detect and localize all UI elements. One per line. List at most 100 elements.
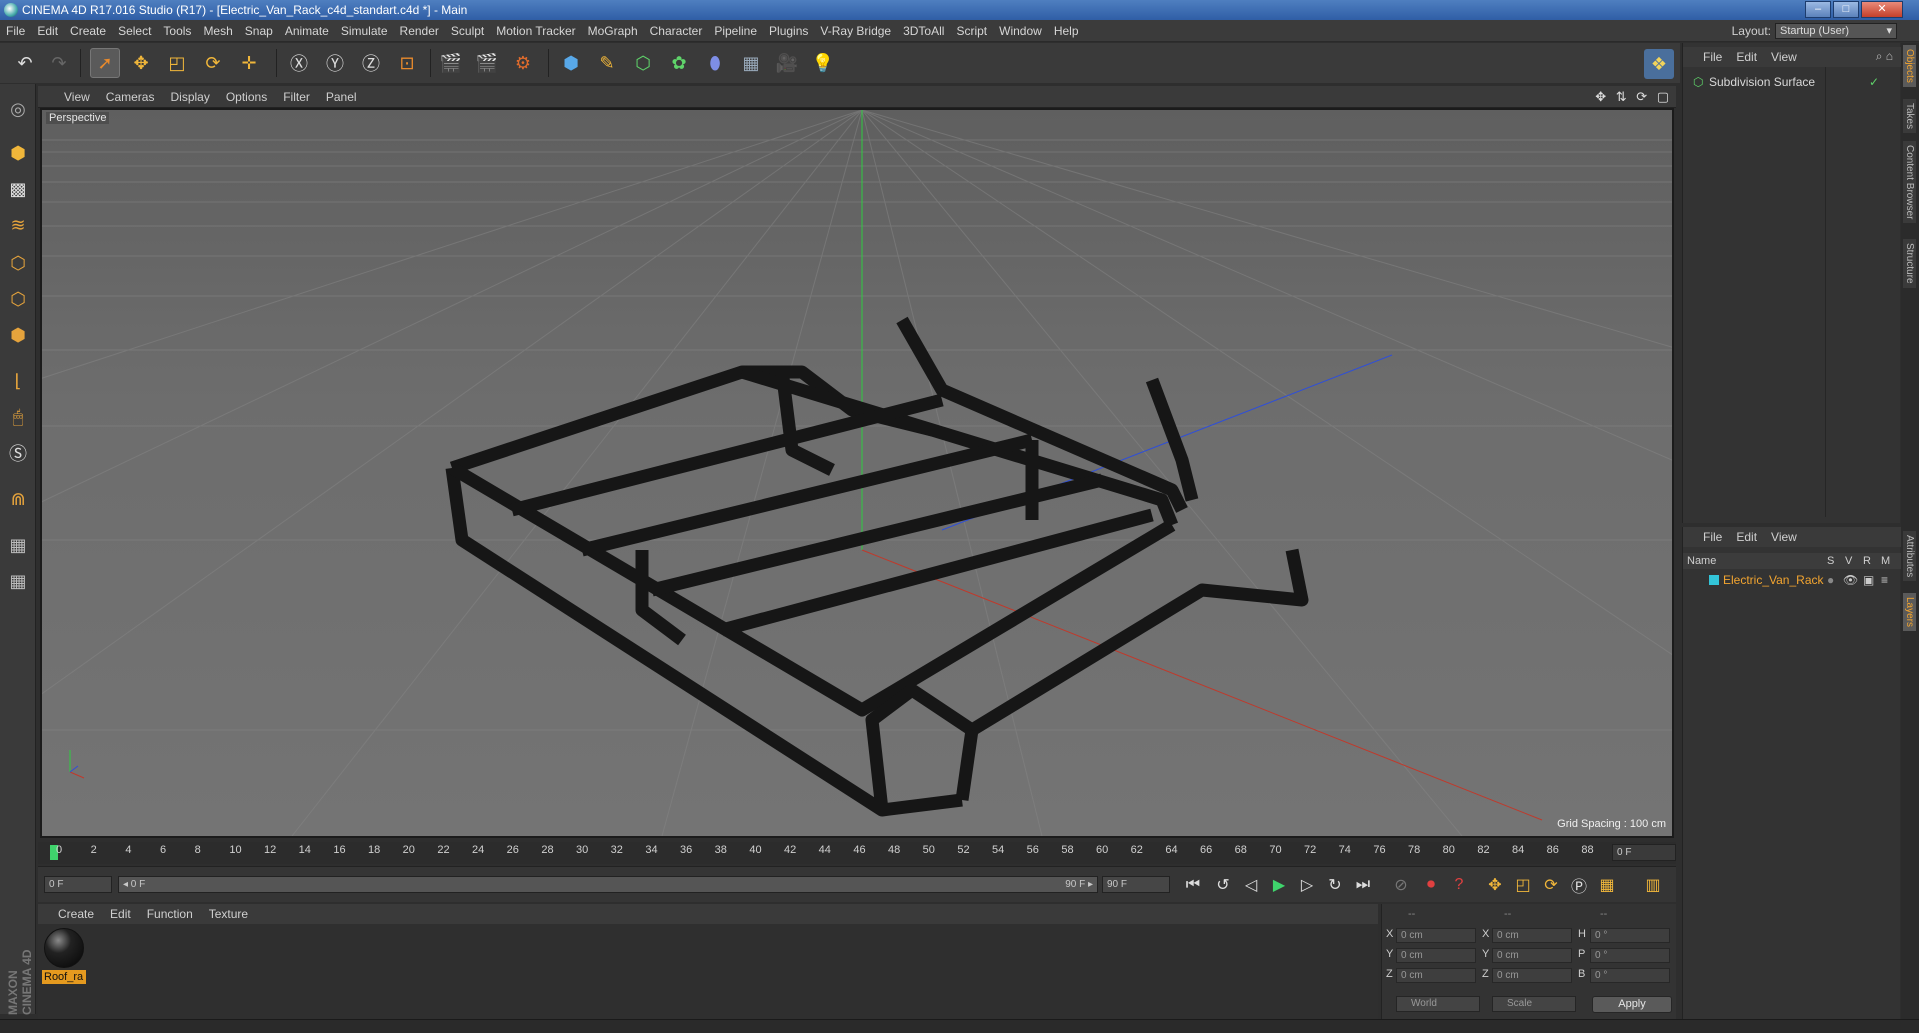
search-icon[interactable]: ⌕ ⌂ (1876, 49, 1893, 64)
position-x-field[interactable]: 0 cm (1396, 928, 1476, 943)
light-icon[interactable]: 💡 (808, 48, 838, 78)
menu-mesh[interactable]: Mesh (197, 20, 238, 42)
menu-edit[interactable]: Edit (31, 20, 64, 42)
coordinate-system-icon[interactable]: ⊡ (392, 48, 422, 78)
rotation-key-icon[interactable]: ⟳ (1538, 872, 1564, 898)
menu-help[interactable]: Help (1048, 20, 1085, 42)
object-menu-edit[interactable]: Edit (1729, 47, 1764, 67)
menu-create[interactable]: Create (64, 20, 112, 42)
lock-workplane-icon[interactable]: ▦ (3, 530, 33, 560)
array-icon[interactable]: ✿ (664, 48, 694, 78)
parameter-key-icon[interactable]: Ⓟ (1566, 872, 1592, 898)
model-mode-icon[interactable]: ⬢ (3, 138, 33, 168)
menu-motion-tracker[interactable]: Motion Tracker (490, 20, 581, 42)
menu-3dtoall[interactable]: 3DToAll (897, 20, 950, 42)
menu-plugins[interactable]: Plugins (763, 20, 814, 42)
viewport-navigation-icons[interactable]: ✥ ⇅ ⟳ ▢ (1595, 89, 1672, 105)
menu-select[interactable]: Select (112, 20, 157, 42)
timeline-ruler[interactable]: 0 2 4 6 8 10 12 14 16 18 20 22 24 26 28 30 32 34 36 38 40 42 4… (38, 842, 1676, 864)
magnet-icon[interactable]: ⋒ (3, 484, 33, 514)
position-z-field[interactable]: 0 cm (1396, 968, 1476, 983)
render-view-icon[interactable]: 🎬 (436, 48, 466, 78)
deformer-icon[interactable]: ⬮ (700, 48, 730, 78)
point-level-key-icon[interactable]: ▦ (1594, 872, 1620, 898)
material-name-label[interactable]: Roof_ra (42, 970, 86, 984)
layer-color-swatch[interactable] (1709, 575, 1719, 585)
keyframe-selection-icon[interactable]: ? (1446, 872, 1472, 898)
points-mode-icon[interactable]: ⬡ (3, 248, 33, 278)
z-axis-lock-icon[interactable]: Ⓩ (356, 48, 386, 78)
live-selection-icon[interactable]: ➚ (90, 48, 120, 78)
snap-icon[interactable]: Ⓢ (3, 438, 33, 468)
size-x-field[interactable]: 0 cm (1492, 928, 1572, 943)
viewport-menu-display[interactable]: Display (162, 86, 217, 108)
rotation-p-field[interactable]: 0 ° (1590, 948, 1670, 963)
subdivision-surface-icon[interactable]: ⬡ (628, 48, 658, 78)
cube-icon[interactable]: ⬢ (556, 48, 586, 78)
object-menu-file[interactable]: File (1683, 47, 1729, 67)
layer-menu-view[interactable]: View (1764, 527, 1804, 547)
rotation-b-field[interactable]: 0 ° (1590, 968, 1670, 983)
tab-objects[interactable]: Objects (1903, 45, 1916, 87)
menu-tools[interactable]: Tools (157, 20, 197, 42)
coordinate-mode-select[interactable]: World (1396, 996, 1480, 1012)
workplane-align-icon[interactable]: ▦ (3, 566, 33, 596)
menu-file[interactable]: File (0, 20, 31, 42)
go-to-end-icon[interactable]: ⏭ (1350, 872, 1376, 898)
previous-key-icon[interactable]: ↺ (1210, 872, 1236, 898)
render-settings-icon[interactable]: ⚙ (508, 48, 538, 78)
y-axis-lock-icon[interactable]: Ⓨ (320, 48, 350, 78)
transform-mode-select[interactable]: Scale (1492, 996, 1576, 1012)
material-menu-function[interactable]: Function (139, 904, 201, 924)
render-picture-viewer-icon[interactable]: 🎬 (472, 48, 502, 78)
material-menu-edit[interactable]: Edit (102, 904, 139, 924)
object-enabled-check-icon[interactable]: ✓ (1869, 73, 1879, 91)
preview-range-slider[interactable]: ◂ 0 F 90 F ▸ (118, 876, 1098, 893)
timeline-window-icon[interactable]: ▥ (1640, 872, 1666, 898)
menu-vray-bridge[interactable]: V-Ray Bridge (814, 20, 897, 42)
layer-menu-file[interactable]: File (1683, 527, 1729, 547)
position-y-field[interactable]: 0 cm (1396, 948, 1476, 963)
rotate-icon[interactable]: ⟳ (198, 48, 228, 78)
viewport-menu-options[interactable]: Options (218, 86, 275, 108)
step-back-icon[interactable]: ◁ (1238, 872, 1264, 898)
viewport-menu-filter[interactable]: Filter (275, 86, 318, 108)
object-menu-view[interactable]: View (1764, 47, 1804, 67)
layer-view-toggle-icon[interactable]: 👁 (1843, 571, 1858, 589)
step-forward-icon[interactable]: ▷ (1294, 872, 1320, 898)
camera-icon[interactable]: 🎥 (772, 48, 802, 78)
close-button[interactable]: ✕ (1861, 1, 1903, 18)
object-row-subdivision-surface[interactable]: ⬡ Subdivision Surface ✓ (1685, 73, 1899, 91)
scale-icon[interactable]: ◰ (162, 48, 192, 78)
viewport-menu-panel[interactable]: Panel (318, 86, 365, 108)
redo-icon[interactable]: ↷ (44, 48, 74, 78)
transform-icon[interactable]: ✛ (234, 48, 264, 78)
maximize-button[interactable]: □ (1833, 1, 1859, 18)
menu-pipeline[interactable]: Pipeline (708, 20, 763, 42)
rotation-h-field[interactable]: 0 ° (1590, 928, 1670, 943)
scale-key-icon[interactable]: ◰ (1510, 872, 1536, 898)
workplane-icon[interactable]: ≋ (3, 210, 33, 240)
size-y-field[interactable]: 0 cm (1492, 948, 1572, 963)
viewport-menu-view[interactable]: View (38, 86, 98, 108)
pen-spline-icon[interactable]: ✎ (592, 48, 622, 78)
menu-character[interactable]: Character (644, 20, 709, 42)
menu-script[interactable]: Script (950, 20, 993, 42)
tab-layers[interactable]: Layers (1903, 593, 1916, 632)
position-key-icon[interactable]: ✥ (1482, 872, 1508, 898)
axis-mode-icon[interactable]: ⌊ (3, 366, 33, 396)
material-menu-create[interactable]: Create (38, 904, 102, 924)
current-frame-field[interactable]: 0 F (1612, 844, 1676, 861)
play-icon[interactable]: ▶ (1266, 872, 1292, 898)
apply-button[interactable]: Apply (1592, 996, 1672, 1013)
menu-sculpt[interactable]: Sculpt (445, 20, 490, 42)
polygons-mode-icon[interactable]: ⬢ (3, 320, 33, 350)
record-active-objects-icon[interactable]: ⊘ (1388, 872, 1414, 898)
menu-mograph[interactable]: MoGraph (582, 20, 644, 42)
material-preview-sphere[interactable] (44, 928, 84, 968)
perspective-viewport[interactable]: Perspective Grid Spacing : 100 cm (40, 108, 1674, 838)
size-z-field[interactable]: 0 cm (1492, 968, 1572, 983)
start-frame-field[interactable]: 0 F (44, 876, 112, 893)
move-icon[interactable]: ✥ (126, 48, 156, 78)
x-axis-lock-icon[interactable]: Ⓧ (284, 48, 314, 78)
